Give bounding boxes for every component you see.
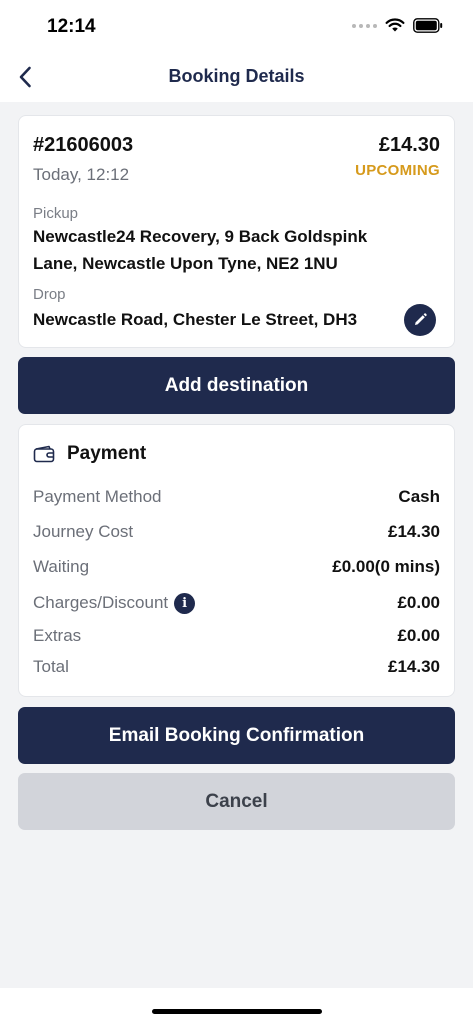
- payment-row: Journey Cost £14.30: [33, 520, 440, 544]
- payment-row-label-wrap: Charges/Discount i: [33, 592, 196, 614]
- nav-bar: Booking Details: [0, 52, 473, 102]
- payment-row-value: £14.30: [388, 657, 440, 676]
- pencil-icon: [415, 313, 427, 325]
- pickup-address: Newcastle24 Recovery, 9 Back Goldspink L…: [33, 223, 394, 277]
- payment-title: Payment: [67, 443, 147, 464]
- home-indicator[interactable]: [152, 1009, 322, 1014]
- wallet-icon: [33, 445, 55, 463]
- booking-price: £14.30: [378, 134, 440, 156]
- drop-address: Newcastle Road, Chester Le Street, DH3: [33, 310, 358, 329]
- payment-row-value: £0.00(0 mins): [332, 557, 440, 576]
- wifi-icon: [385, 18, 405, 32]
- payment-header: Payment: [33, 443, 146, 465]
- status-bar: 12:14: [0, 0, 473, 52]
- drop-label: Drop: [33, 286, 66, 303]
- edit-drop-button[interactable]: [404, 304, 436, 336]
- pickup-label: Pickup: [33, 205, 79, 222]
- payment-row-label: Total: [33, 657, 69, 676]
- payment-row-value: Cash: [398, 487, 440, 506]
- page-title: Booking Details: [168, 66, 305, 86]
- payment-card: Payment Payment Method Cash Journey Cost…: [18, 424, 455, 697]
- battery-icon: [413, 18, 443, 33]
- status-indicators: [352, 18, 443, 33]
- pickup-address-line-2: Lane, Newcastle Upon Tyne, NE2 1NU: [33, 254, 338, 273]
- payment-row-label: Journey Cost: [33, 522, 134, 541]
- bottom-safe-area: [0, 988, 473, 1024]
- payment-row-value: £14.30: [388, 522, 440, 541]
- booking-card: #21606003 £14.30 Today, 12:12 UPCOMING P…: [18, 115, 455, 348]
- payment-row-value: £0.00: [397, 593, 440, 612]
- payment-row-label: Extras: [33, 626, 82, 645]
- payment-row-label: Waiting: [33, 557, 90, 576]
- pickup-address-line-1: Newcastle24 Recovery, 9 Back Goldspink: [33, 227, 368, 246]
- payment-row-label: Charges/Discount: [33, 593, 169, 612]
- payment-row: Payment Method Cash: [33, 485, 440, 509]
- email-confirmation-button[interactable]: Email Booking Confirmation: [18, 707, 455, 764]
- add-destination-button[interactable]: Add destination: [18, 357, 455, 414]
- info-icon[interactable]: i: [174, 592, 196, 614]
- payment-row-total: Total £14.30: [33, 655, 440, 679]
- payment-row: Charges/Discount i £0.00: [33, 591, 440, 615]
- booking-time: Today, 12:12: [33, 165, 130, 184]
- booking-id: #21606003: [33, 134, 134, 156]
- payment-row-label: Payment Method: [33, 487, 162, 506]
- status-badge: UPCOMING: [355, 162, 440, 179]
- cancel-button[interactable]: Cancel: [18, 773, 455, 830]
- payment-row-value: £0.00: [397, 626, 440, 645]
- signal-dots-icon: [352, 23, 377, 28]
- status-time: 12:14: [47, 16, 96, 37]
- payment-row: Waiting £0.00(0 mins): [33, 555, 440, 579]
- payment-row: Extras £0.00: [33, 624, 440, 648]
